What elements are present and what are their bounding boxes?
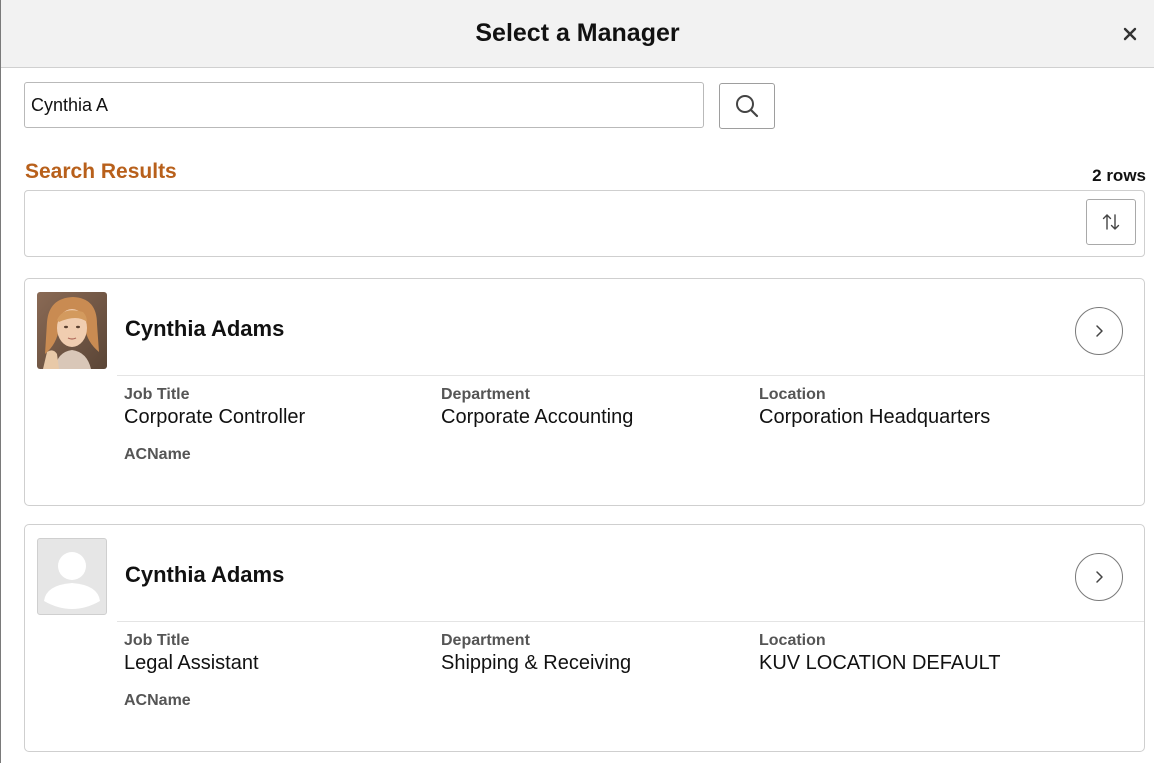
chevron-right-icon: [1096, 325, 1103, 337]
open-details-button[interactable]: [1075, 553, 1123, 601]
search-results-heading: Search Results: [25, 160, 177, 183]
job-title-field: Job Title Legal Assistant: [124, 631, 259, 675]
row-count: 2 rows: [1092, 166, 1146, 185]
acname-label: ACName: [124, 692, 191, 709]
department-field: Department Shipping & Receiving: [441, 631, 631, 675]
chevron-right-icon: [1096, 571, 1103, 583]
location-value: KUV LOCATION DEFAULT: [759, 652, 1001, 674]
location-label: Location: [759, 386, 826, 403]
department-value: Shipping & Receiving: [441, 652, 632, 674]
department-label: Department: [441, 632, 530, 649]
person-name: Cynthia Adams: [125, 316, 285, 341]
card-divider: [117, 375, 1144, 376]
dialog-left-edge: [0, 0, 1, 763]
sort-button[interactable]: [1086, 199, 1136, 245]
search-icon: [736, 95, 759, 118]
close-button[interactable]: [1116, 20, 1144, 48]
open-details-button[interactable]: [1075, 307, 1123, 355]
result-card[interactable]: Cynthia Adams Job Title Legal Assistant …: [24, 524, 1145, 752]
card-divider: [117, 621, 1144, 622]
job-title-field: Job Title Corporate Controller: [124, 385, 305, 429]
location-field: Location KUV LOCATION DEFAULT: [759, 631, 1001, 675]
search-input[interactable]: [24, 82, 704, 128]
job-title-label: Job Title: [124, 386, 190, 403]
job-title-value: Corporate Controller: [124, 406, 306, 428]
search-button[interactable]: [719, 83, 775, 129]
job-title-value: Legal Assistant: [124, 652, 259, 674]
sort-icon: [1102, 214, 1120, 230]
result-card[interactable]: Cynthia Adams Job Title Corporate Contro…: [24, 278, 1145, 506]
location-field: Location Corporation Headquarters: [759, 385, 990, 429]
job-title-label: Job Title: [124, 632, 190, 649]
location-label: Location: [759, 632, 826, 649]
person-name: Cynthia Adams: [125, 562, 285, 587]
person-photo: [37, 292, 107, 369]
dialog-header: Select a Manager: [1, 0, 1154, 68]
close-icon: [1123, 27, 1137, 41]
acname-label: ACName: [124, 446, 191, 463]
dialog-title: Select a Manager: [475, 19, 680, 47]
placeholder-avatar: [37, 538, 107, 615]
department-field: Department Corporate Accounting: [441, 385, 633, 429]
location-value: Corporation Headquarters: [759, 406, 991, 428]
results-toolbar: [24, 190, 1145, 257]
department-label: Department: [441, 386, 530, 403]
department-value: Corporate Accounting: [441, 406, 634, 428]
